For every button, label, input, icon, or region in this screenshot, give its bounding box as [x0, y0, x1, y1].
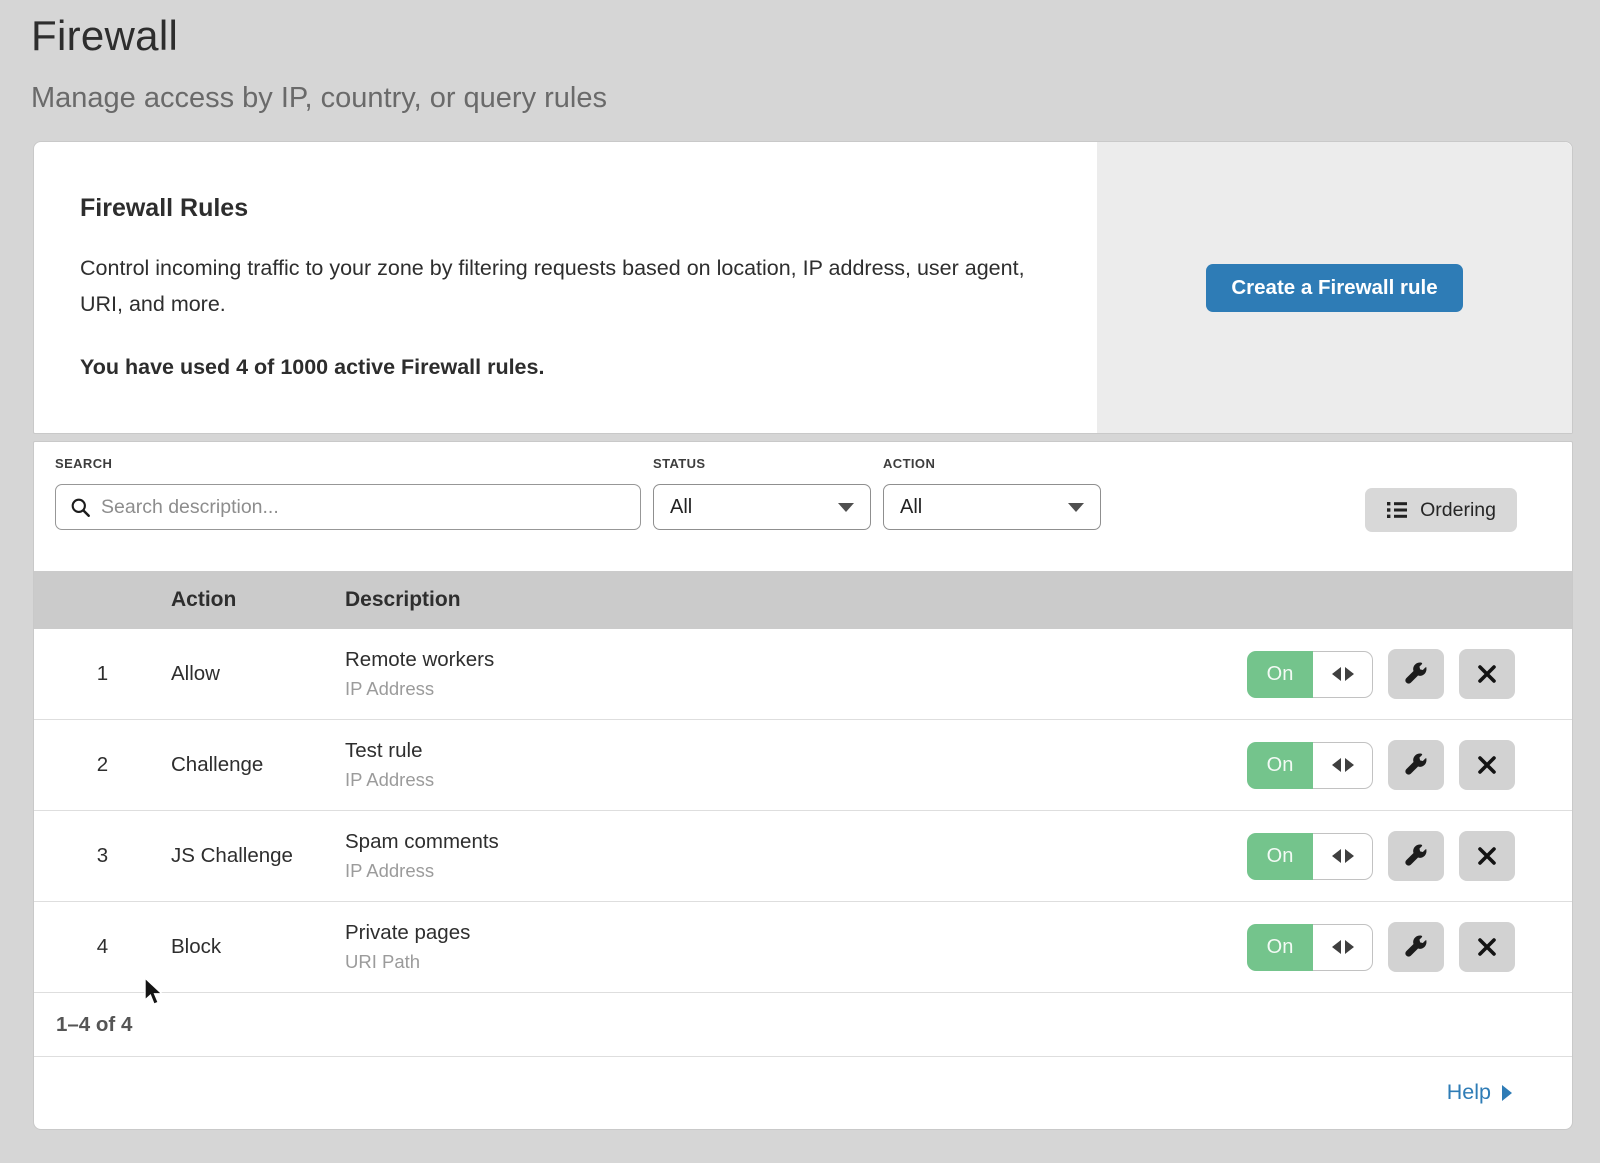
rule-controls: On	[1247, 740, 1572, 790]
help-arrow-icon	[1502, 1085, 1512, 1101]
rule-controls: On	[1247, 922, 1572, 972]
rule-action: Challenge	[171, 753, 345, 777]
rule-priority: 4	[34, 935, 171, 959]
close-icon	[1476, 663, 1498, 685]
wrench-icon	[1403, 752, 1429, 778]
wrench-icon	[1403, 843, 1429, 869]
rule-priority: 2	[34, 753, 171, 777]
rule-match-type: IP Address	[345, 860, 1247, 882]
status-select[interactable]: All	[653, 484, 871, 530]
help-link[interactable]: Help	[1447, 1080, 1512, 1105]
rule-enabled-toggle[interactable]: On	[1247, 742, 1373, 789]
rule-action: Block	[171, 935, 345, 959]
firewall-rules-card-body: Firewall Rules Control incoming traffic …	[34, 142, 1096, 433]
search-filter-group: SEARCH	[55, 456, 641, 530]
table-header: Action Description	[34, 571, 1572, 629]
status-select-value: All	[670, 496, 692, 519]
pagination-bar: 1–4 of 4	[34, 993, 1572, 1057]
help-link-label: Help	[1447, 1080, 1491, 1105]
firewall-page: Firewall Manage access by IP, country, o…	[0, 0, 1600, 1163]
rule-controls: On	[1247, 831, 1572, 881]
page-subtitle: Manage access by IP, country, or query r…	[31, 82, 1600, 115]
help-bar: Help	[34, 1057, 1572, 1128]
card-description: Control incoming traffic to your zone by…	[80, 250, 1032, 322]
delete-rule-button[interactable]	[1459, 922, 1515, 972]
create-firewall-rule-button[interactable]: Create a Firewall rule	[1206, 264, 1462, 312]
page-header: Firewall Manage access by IP, country, o…	[0, 0, 1600, 115]
toggle-arrows-icon[interactable]	[1313, 833, 1373, 880]
rule-description: Remote workers	[345, 648, 1247, 672]
rule-description: Test rule	[345, 739, 1247, 763]
delete-rule-button[interactable]	[1459, 740, 1515, 790]
status-label: STATUS	[653, 456, 871, 471]
rule-priority: 1	[34, 662, 171, 686]
close-icon	[1476, 845, 1498, 867]
toggle-arrows-icon[interactable]	[1313, 742, 1373, 789]
rule-action: JS Challenge	[171, 844, 345, 868]
toggle-on-label[interactable]: On	[1247, 742, 1313, 789]
toggle-arrows-icon[interactable]	[1313, 924, 1373, 971]
usage-summary: You have used 4 of 1000 active Firewall …	[80, 355, 1036, 380]
search-label: SEARCH	[55, 456, 641, 471]
toggle-on-label[interactable]: On	[1247, 833, 1313, 880]
create-rule-panel: Create a Firewall rule	[1097, 142, 1572, 433]
card-heading: Firewall Rules	[80, 194, 1036, 223]
pagination-count: 1–4 of 4	[56, 1013, 132, 1037]
wrench-icon	[1403, 934, 1429, 960]
action-select-value: All	[900, 496, 922, 519]
ordering-button[interactable]: Ordering	[1365, 488, 1517, 532]
action-select[interactable]: All	[883, 484, 1101, 530]
wrench-icon	[1403, 661, 1429, 687]
edit-rule-button[interactable]	[1388, 740, 1444, 790]
rule-match-type: URI Path	[345, 951, 1247, 973]
rule-match-type: IP Address	[345, 769, 1247, 791]
delete-rule-button[interactable]	[1459, 831, 1515, 881]
rules-panel: SEARCH STATUS All ACTION	[33, 441, 1573, 1130]
page-title: Firewall	[31, 12, 1600, 60]
ordering-icon	[1386, 500, 1408, 520]
status-filter-group: STATUS All	[653, 456, 871, 530]
rule-enabled-toggle[interactable]: On	[1247, 651, 1373, 698]
edit-rule-button[interactable]	[1388, 831, 1444, 881]
table-row: 1 Allow Remote workers IP Address On	[34, 629, 1572, 720]
rule-enabled-toggle[interactable]: On	[1247, 924, 1373, 971]
edit-rule-button[interactable]	[1388, 922, 1444, 972]
rule-action: Allow	[171, 662, 345, 686]
table-row: 2 Challenge Test rule IP Address On	[34, 720, 1572, 811]
filters-bar: SEARCH STATUS All ACTION	[34, 442, 1572, 571]
rule-enabled-toggle[interactable]: On	[1247, 833, 1373, 880]
table-row: 4 Block Private pages URI Path On	[34, 902, 1572, 993]
toggle-on-label[interactable]: On	[1247, 651, 1313, 698]
rule-priority: 3	[34, 844, 171, 868]
column-header-action: Action	[171, 588, 345, 612]
edit-rule-button[interactable]	[1388, 649, 1444, 699]
rule-description: Spam comments	[345, 830, 1247, 854]
action-label: ACTION	[883, 456, 1101, 471]
ordering-button-label: Ordering	[1420, 499, 1496, 522]
toggle-arrows-icon[interactable]	[1313, 651, 1373, 698]
rule-match-type: IP Address	[345, 678, 1247, 700]
search-icon	[70, 497, 91, 518]
column-header-description: Description	[345, 588, 1572, 612]
delete-rule-button[interactable]	[1459, 649, 1515, 699]
search-input[interactable]	[101, 496, 626, 519]
rule-description: Private pages	[345, 921, 1247, 945]
table-row: 3 JS Challenge Spam comments IP Address …	[34, 811, 1572, 902]
firewall-rules-card: Firewall Rules Control incoming traffic …	[33, 141, 1573, 434]
close-icon	[1476, 936, 1498, 958]
close-icon	[1476, 754, 1498, 776]
toggle-on-label[interactable]: On	[1247, 924, 1313, 971]
rule-controls: On	[1247, 649, 1572, 699]
chevron-down-icon	[838, 503, 854, 512]
chevron-down-icon	[1068, 503, 1084, 512]
action-filter-group: ACTION All	[883, 456, 1101, 530]
search-input-wrap	[55, 484, 641, 530]
